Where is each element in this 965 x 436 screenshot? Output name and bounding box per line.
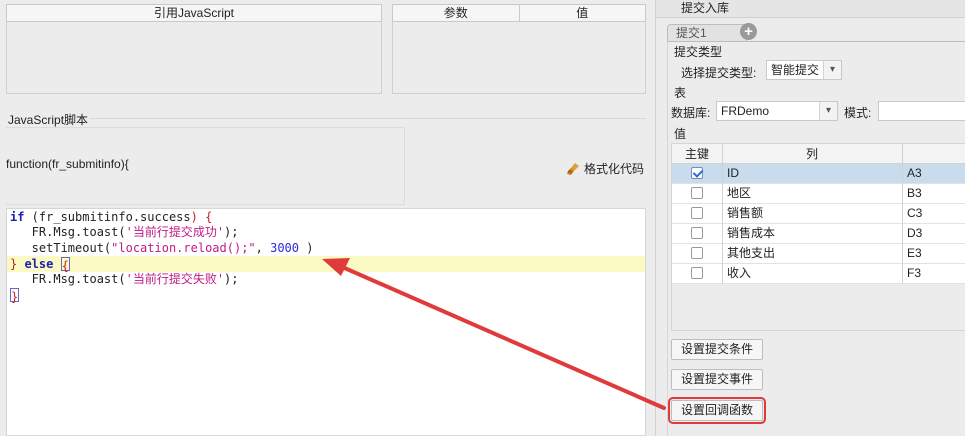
- code-line-6: }: [10, 288, 20, 304]
- column-name-cell: 其他支出: [727, 246, 776, 260]
- submit-to-database-panel: 提交入库 提交1 + 提交类型 选择提交类型: 智能提交 ▾ 表 数据库: FR…: [655, 0, 965, 436]
- column-name-cell: 销售额: [727, 206, 764, 220]
- column-name-cell: 地区: [727, 186, 752, 200]
- code-line-1: if (fr_submitinfo.success) {: [10, 210, 213, 224]
- column-name-cell: 收入: [727, 266, 752, 280]
- primary-key-checkbox[interactable]: [691, 207, 703, 219]
- set-submit-condition-button[interactable]: 设置提交条件: [671, 339, 764, 360]
- code-line-3: setTimeout("location.reload();", 3000 ): [10, 241, 314, 255]
- table-header: 主键 列: [672, 144, 965, 164]
- table-row[interactable]: 地区 B3: [672, 184, 965, 204]
- plus-circle-icon[interactable]: +: [740, 23, 757, 40]
- format-code-label: 格式化代码: [584, 162, 645, 176]
- parameter-table-header: 参数 值: [392, 4, 646, 22]
- js-reference-list[interactable]: [6, 22, 382, 94]
- cell-reference[interactable]: D3: [907, 224, 922, 243]
- column-divider: [722, 144, 723, 284]
- column-header: 列: [805, 147, 818, 161]
- table-row[interactable]: ID A3: [672, 164, 965, 184]
- database-select[interactable]: FRDemo ▾: [716, 101, 838, 121]
- chevron-down-icon: ▾: [823, 61, 841, 79]
- primary-key-checkbox[interactable]: [691, 187, 703, 199]
- database-value: FRDemo: [721, 104, 770, 118]
- cell-reference[interactable]: B3: [907, 184, 922, 203]
- submit-type-section-label: 提交类型: [674, 45, 723, 59]
- chevron-down-icon: ▾: [819, 102, 837, 120]
- parameter-table[interactable]: [392, 22, 646, 94]
- tab-submit1[interactable]: 提交1: [667, 24, 747, 42]
- code-line-2: FR.Msg.toast('当前行提交成功');: [10, 225, 239, 239]
- table-section-label: 表: [674, 86, 687, 100]
- code-editor[interactable]: if (fr_submitinfo.success) { FR.Msg.toas…: [6, 208, 646, 436]
- cell-reference[interactable]: C3: [907, 204, 922, 223]
- primary-key-checkbox[interactable]: [691, 267, 703, 279]
- format-code-button[interactable]: 格式化代码: [566, 160, 644, 177]
- code-line-4: } else {: [10, 257, 70, 273]
- current-line-highlight: [7, 256, 645, 272]
- param-value-column: 值: [518, 5, 646, 21]
- param-name-column: 参数: [443, 6, 468, 20]
- set-submit-event-button[interactable]: 设置提交事件: [671, 369, 764, 390]
- set-callback-function-button[interactable]: 设置回调函数: [667, 397, 767, 424]
- javascript-editor-panel: 引用JavaScript 参数 值 JavaScript脚本 function(…: [0, 0, 655, 436]
- column-divider: [902, 144, 903, 284]
- value-section-label: 值: [674, 127, 687, 141]
- column-name-cell: 销售成本: [727, 226, 776, 240]
- table-row[interactable]: 收入 F3: [672, 264, 965, 284]
- column-mapping-table: 主键 列 ID A3 地区 B3 销售额 C3 销售成本 D3 其他支出 E3 收入 F3: [671, 143, 965, 331]
- script-section-label: JavaScript脚本: [8, 113, 89, 127]
- primary-key-checkbox[interactable]: [691, 227, 703, 239]
- table-row[interactable]: 销售成本 D3: [672, 224, 965, 244]
- primary-key-header: 主键: [684, 147, 709, 161]
- table-row[interactable]: 其他支出 E3: [672, 244, 965, 264]
- submit-type-label: 选择提交类型:: [681, 66, 757, 80]
- mode-label: 模式:: [844, 106, 872, 120]
- panel-title: 提交入库: [656, 0, 965, 18]
- code-line-5: FR.Msg.toast('当前行提交失败');: [10, 272, 239, 286]
- broom-icon: [567, 162, 579, 175]
- primary-key-checkbox[interactable]: [691, 247, 703, 259]
- submit-type-value: 智能提交: [771, 63, 820, 77]
- table-row[interactable]: 销售额 C3: [672, 204, 965, 224]
- mode-input[interactable]: [878, 101, 965, 121]
- database-label: 数据库:: [671, 106, 711, 120]
- js-reference-header: 引用JavaScript: [6, 4, 382, 22]
- cell-reference[interactable]: E3: [907, 244, 922, 263]
- function-signature: function(fr_submitinfo){: [6, 157, 129, 171]
- primary-key-checkbox[interactable]: [691, 167, 703, 179]
- submit-type-select[interactable]: 智能提交 ▾: [766, 60, 842, 80]
- cell-reference[interactable]: A3: [907, 164, 922, 183]
- column-name-cell: ID: [727, 166, 739, 180]
- section-divider: [90, 118, 646, 119]
- cell-reference[interactable]: F3: [907, 264, 921, 283]
